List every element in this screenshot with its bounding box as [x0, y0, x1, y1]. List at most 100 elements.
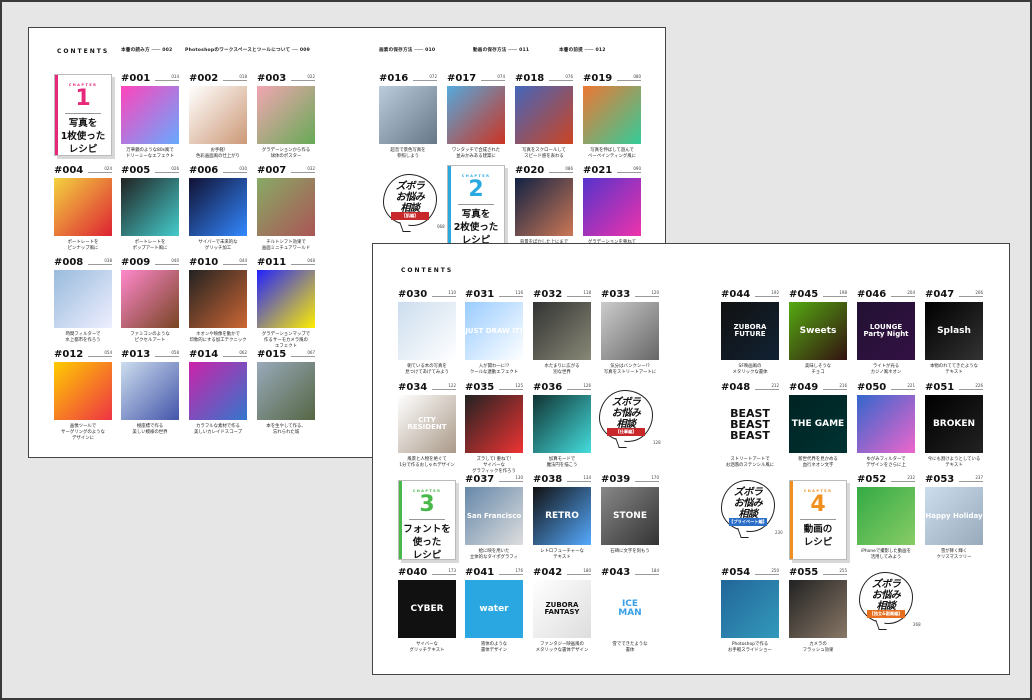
- recipe-item[interactable]: #033 120 気分はバンクシー!? 写真をストリートアートに: [601, 289, 659, 376]
- recipe-thumbnail[interactable]: [533, 302, 591, 360]
- recipe-item[interactable]: #054 250 Photoshopで作る お手軽スライドショー: [721, 567, 779, 654]
- recipe-item[interactable]: #004 024 ポートレートを ピンナップ風に: [54, 165, 112, 252]
- recipe-thumbnail[interactable]: [257, 178, 315, 236]
- recipe-thumbnail[interactable]: ZUBORA FUTURE: [721, 302, 779, 360]
- recipe-item[interactable]: #005 026 ポートレートを ポップアート風に: [121, 165, 179, 252]
- recipe-thumbnail[interactable]: Sweets: [789, 302, 847, 360]
- recipe-item[interactable]: #052 232 iPhoneで撮影した動画を 活用してみよう: [857, 474, 915, 561]
- chapter-4-card[interactable]: CHAPTER 4 動画の レシピ: [789, 480, 847, 560]
- recipe-item[interactable]: #015 067 本を生やして作る、 忘れられた城: [257, 349, 315, 436]
- recipe-item[interactable]: #051 226 BROKEN 今にも割けようとしている テキスト: [925, 382, 983, 469]
- recipe-thumbnail[interactable]: [583, 178, 641, 236]
- recipe-thumbnail[interactable]: [515, 178, 573, 236]
- recipe-item[interactable]: #032 118 水たまりに広がる 別な世界: [533, 289, 591, 376]
- recipe-thumbnail[interactable]: [583, 86, 641, 144]
- advice-bubble-career[interactable]: ズボラ お悩み 相談 【独立&副業編】 268: [859, 572, 921, 632]
- recipe-item[interactable]: #044 192 ZUBORA FUTURE SF映画風の メタリックな書体: [721, 289, 779, 376]
- recipe-item[interactable]: #035 125 ズラしてI 重ねて! サイバーな グラフィックを作ろう: [465, 382, 523, 475]
- recipe-item[interactable]: #003 022 グラデーションから作る 球体のポスター: [257, 73, 315, 160]
- recipe-thumbnail[interactable]: [54, 362, 112, 420]
- recipe-item[interactable]: #046 204 LOUNGE Party Night ライトが光る カジノ風ネオン: [857, 289, 915, 376]
- recipe-thumbnail[interactable]: [465, 395, 523, 453]
- recipe-thumbnail[interactable]: [515, 86, 573, 144]
- recipe-item[interactable]: #049 216 THE GAME 新世代界を見かめる 血行ネオン文字: [789, 382, 847, 469]
- recipe-thumbnail[interactable]: BROKEN: [925, 395, 983, 453]
- recipe-thumbnail[interactable]: CYBER: [398, 580, 456, 638]
- chapter-3-card[interactable]: CHAPTER 3 フォントを 使った レシピ: [398, 480, 456, 561]
- recipe-item[interactable]: #001 014 万華鏡のような80s風で ドリーミーなエフェクト: [121, 73, 179, 160]
- recipe-item[interactable]: #007 032 チルトシフト効果で 画面ミニチュアワールド: [257, 165, 315, 252]
- recipe-thumbnail[interactable]: [257, 86, 315, 144]
- recipe-item[interactable]: #009 040 ファミコンのような ピクセルアート: [121, 257, 179, 344]
- recipe-thumbnail[interactable]: [54, 270, 112, 328]
- recipe-item[interactable]: #016 072 超音で景色写真を 参照しよう: [379, 73, 437, 160]
- recipe-thumbnail[interactable]: [533, 395, 591, 453]
- recipe-item[interactable]: #053 237 Happy Holiday 雪が降く輝く クリスマスツリー: [925, 474, 983, 561]
- recipe-thumbnail[interactable]: [189, 178, 247, 236]
- recipe-item[interactable]: #034 122 CITY RESIDENT 風景と人物を絶ぐて 1分で作るおしゃれデ…: [398, 382, 456, 469]
- recipe-thumbnail[interactable]: [121, 86, 179, 144]
- recipe-item[interactable]: #055 255 カメラの フラッシュ効果: [789, 567, 847, 654]
- recipe-item[interactable]: #038 134 RETRO レトロフューチャーな テキスト: [533, 474, 591, 561]
- recipe-thumbnail[interactable]: [189, 270, 247, 328]
- recipe-thumbnail[interactable]: [601, 302, 659, 360]
- recipe-item[interactable]: #020086背景をぼかした上にまで スピード感溢れる描出に: [515, 165, 573, 252]
- recipe-thumbnail[interactable]: [379, 86, 437, 144]
- recipe-thumbnail[interactable]: Happy Holiday: [925, 487, 983, 545]
- recipe-thumbnail[interactable]: [857, 395, 915, 453]
- recipe-item[interactable]: #002 018 お手軽! 色彩画面風の仕上がり: [189, 73, 247, 160]
- recipe-item[interactable]: #048 212 BEAST BEAST BEAST ストリートアートで お洒落のステ…: [721, 382, 779, 469]
- recipe-item[interactable]: #041 176 water 液体のような 書体デザイン: [465, 567, 523, 654]
- recipe-thumbnail[interactable]: STONE: [601, 487, 659, 545]
- recipe-thumbnail[interactable]: [121, 270, 179, 328]
- recipe-item[interactable]: #043 184 ICE MAN 雪でできたような 書体: [601, 567, 659, 654]
- recipe-item[interactable]: #045 198 Sweets 美味しそうな チョコ: [789, 289, 847, 376]
- recipe-item[interactable]: #037 130 San Francisco 絵に映を用いた 立体的なタイポグラフィ: [465, 474, 523, 561]
- recipe-thumbnail[interactable]: [121, 362, 179, 420]
- recipe-thumbnail[interactable]: BEAST BEAST BEAST: [721, 395, 779, 453]
- recipe-thumbnail[interactable]: [189, 86, 247, 144]
- recipe-thumbnail[interactable]: ICE MAN: [601, 580, 659, 638]
- recipe-item[interactable]: #047 206 Splash 本物のれててきたような テキスト: [925, 289, 983, 376]
- recipe-thumbnail[interactable]: Splash: [925, 302, 983, 360]
- recipe-item[interactable]: #011 048 グラデーションマップで 作るサーモカメラ風の エフェクト: [257, 257, 315, 350]
- advice-bubble-private[interactable]: ズボラ お悩み 相談 【プライベート編】 230: [721, 480, 783, 540]
- recipe-item[interactable]: #008 038 時間フィルターで 水上都市を作ろう: [54, 257, 112, 344]
- recipe-thumbnail[interactable]: [857, 487, 915, 545]
- recipe-item[interactable]: #019 080 写真を伸ばして遊んで ベーペインティング風に: [583, 73, 641, 160]
- recipe-thumbnail[interactable]: water: [465, 580, 523, 638]
- recipe-thumbnail[interactable]: CITY RESIDENT: [398, 395, 456, 453]
- chapter-1-card[interactable]: CHAPTER 1 写真を 1枚使った レシピ: [54, 74, 112, 156]
- recipe-thumbnail[interactable]: [189, 362, 247, 420]
- recipe-thumbnail[interactable]: THE GAME: [789, 395, 847, 453]
- recipe-thumbnail[interactable]: [257, 362, 315, 420]
- recipe-item[interactable]: #013 058 極座標で作る 美しい模様の世界: [121, 349, 179, 436]
- recipe-item[interactable]: #040 173 CYBER サイバーな グリッチテキスト: [398, 567, 456, 654]
- recipe-thumbnail[interactable]: [54, 178, 112, 236]
- recipe-thumbnail[interactable]: JUST DRAW IT!: [465, 302, 523, 360]
- recipe-item[interactable]: #018 076 写真をスクロールして スピード感を表わる: [515, 73, 573, 160]
- recipe-thumbnail[interactable]: RETRO: [533, 487, 591, 545]
- recipe-thumbnail[interactable]: [121, 178, 179, 236]
- recipe-item[interactable]: #030 110 朝ている木の写真を 見つけてあげてみよう: [398, 289, 456, 376]
- recipe-item[interactable]: #042 180 ZUBORA FANTASY ファンタジー映画風の メタリックな書体…: [533, 567, 591, 654]
- recipe-item[interactable]: #014 062 カラフルな素材で作る 美しいカレイドスコープ: [189, 349, 247, 436]
- recipe-thumbnail[interactable]: San Francisco: [465, 487, 523, 545]
- chapter-2-card[interactable]: CHAPTER 2 写真を 2枚使った レシピ: [447, 165, 505, 247]
- recipe-thumbnail[interactable]: LOUNGE Party Night: [857, 302, 915, 360]
- recipe-thumbnail[interactable]: [721, 580, 779, 638]
- recipe-item[interactable]: #017 074 ワンタッチで合成された 並みかみある建築に: [447, 73, 505, 160]
- recipe-thumbnail[interactable]: [447, 86, 505, 144]
- recipe-item[interactable]: #010 044 ネオンや映像を動かで 印象的にする加工テクニック: [189, 257, 247, 344]
- recipe-item[interactable]: #050 221 ゆがみフィルターで デザインをさらに上: [857, 382, 915, 469]
- recipe-thumbnail[interactable]: ZUBORA FANTASY: [533, 580, 591, 638]
- advice-bubble-skin[interactable]: ズボラ お悩み 相談 【肌編】 068: [383, 174, 445, 234]
- advice-bubble-work[interactable]: ズボラ お悩み 相談 【仕事編】 128: [599, 390, 661, 450]
- recipe-item[interactable]: #021090グラデーションを重ねて 作品に奥行きを出す: [583, 165, 641, 252]
- recipe-item[interactable]: #039 170 STONE 石碑に文字を刻もう: [601, 474, 659, 555]
- recipe-thumbnail[interactable]: [398, 302, 456, 360]
- recipe-thumbnail[interactable]: [257, 270, 315, 328]
- recipe-item[interactable]: #012 054 画像ツールで サーグリングのような デザインに: [54, 349, 112, 442]
- recipe-item[interactable]: #036 126 加算モードで 魔法円を描こう: [533, 382, 591, 469]
- recipe-item[interactable]: #006 030 サイバーで未来的な グリッチ加工: [189, 165, 247, 252]
